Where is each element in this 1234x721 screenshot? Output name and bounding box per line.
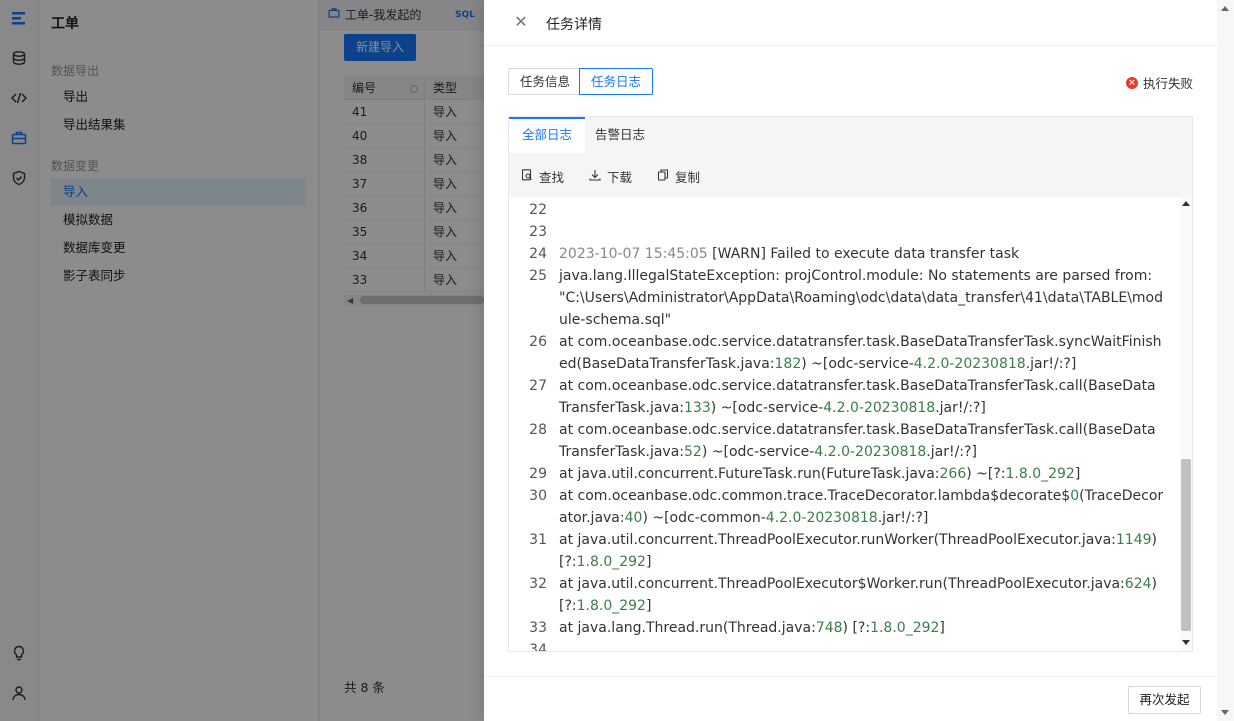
line-number: 25 (529, 268, 547, 284)
log-line: 33 at java.lang.Thread.run(Thread.java:74… (509, 617, 1179, 639)
find-button[interactable]: 查找 (521, 167, 564, 186)
line-number: 26 (529, 334, 547, 350)
log-text: at com.oceanbase.odc.service.datatransfe… (559, 334, 1162, 372)
log-toolbar: 查找 下载 复制 (509, 153, 1192, 197)
line-number: 29 (529, 466, 547, 482)
log-line: 30 at com.oceanbase.odc.common.trace.Trac… (509, 485, 1179, 529)
log-line: 25 java.lang.IllegalStateException: projC… (509, 265, 1179, 331)
line-number: 33 (529, 620, 547, 636)
drawer-footer: 再次发起 (484, 676, 1234, 721)
log-line: 31 at java.util.concurrent.ThreadPoolExec… (509, 529, 1179, 573)
log-line: 29 at java.util.concurrent.FutureTask.run… (509, 463, 1179, 485)
log-line: 34 (509, 639, 1179, 651)
status-text: 执行失败 (1142, 76, 1193, 91)
page-scrollbar[interactable] (1217, 0, 1234, 721)
log-text: at java.util.concurrent.FutureTask.run(F… (559, 466, 1081, 482)
error-icon: × (1125, 76, 1138, 89)
status-badge: × 执行失败 (1125, 73, 1193, 92)
download-icon (589, 169, 601, 184)
task-detail-drawer: ✕ 任务详情 任务信息 任务日志 × 执行失败 全部日志 告警日志 查找 下载 … (484, 0, 1234, 721)
log-text: java.lang.IllegalStateException: projCon… (559, 268, 1164, 328)
copy-button[interactable]: 复制 (657, 167, 700, 186)
log-line: 28 at com.oceanbase.odc.service.datatrans… (509, 419, 1179, 463)
log-text: at java.util.concurrent.ThreadPoolExecut… (559, 576, 1162, 614)
line-number: 23 (529, 224, 547, 240)
scroll-up-icon[interactable] (1182, 201, 1190, 206)
log-line: 27 at com.oceanbase.odc.service.datatrans… (509, 375, 1179, 419)
log-text: at com.oceanbase.odc.service.datatransfe… (559, 378, 1156, 416)
log-line: 22 (509, 199, 1179, 221)
tab-alert-logs[interactable]: 告警日志 (582, 117, 658, 153)
log-text: at java.lang.Thread.run(Thread.java:748)… (559, 620, 945, 636)
log-text: at com.oceanbase.odc.common.trace.TraceD… (559, 488, 1164, 526)
line-number: 27 (529, 378, 547, 394)
log-line: 26 at com.oceanbase.odc.service.datatrans… (509, 331, 1179, 375)
drawer-header: ✕ 任务详情 (484, 0, 1234, 46)
tab-all-logs[interactable]: 全部日志 (509, 117, 586, 153)
line-number: 34 (529, 642, 547, 651)
log-line: 32 at java.util.concurrent.ThreadPoolExec… (509, 573, 1179, 617)
tab-task-info[interactable]: 任务信息 (508, 68, 583, 95)
copy-label: 复制 (675, 170, 701, 185)
scroll-up-icon[interactable] (1221, 6, 1229, 11)
close-icon[interactable]: ✕ (514, 14, 528, 30)
log-text: at java.util.concurrent.ThreadPoolExecut… (559, 532, 1162, 570)
download-button[interactable]: 下载 (589, 167, 632, 186)
log-panel: 全部日志 告警日志 查找 下载 复制 22 23 24 2023-10-07 15:4… (508, 116, 1193, 652)
line-number: 31 (529, 532, 547, 548)
tab-task-log[interactable]: 任务日志 (579, 68, 654, 95)
overlay-mask[interactable] (0, 0, 484, 721)
copy-icon (657, 169, 669, 184)
download-label: 下载 (607, 170, 633, 185)
log-text: 2023-10-07 15:45:05 [WARN] Failed to exe… (559, 246, 1020, 262)
scroll-down-icon[interactable] (1182, 640, 1190, 645)
find-icon (521, 169, 533, 184)
scroll-thumb[interactable] (1181, 459, 1191, 631)
line-number: 28 (529, 422, 547, 438)
line-number: 22 (529, 202, 547, 218)
log-line: 24 2023-10-07 15:45:05 [WARN] Failed to e… (509, 243, 1179, 265)
find-label: 查找 (539, 170, 565, 185)
log-scrollbar[interactable] (1180, 197, 1192, 651)
scroll-down-icon[interactable] (1221, 710, 1229, 715)
log-tabs: 全部日志 告警日志 (509, 117, 1192, 153)
line-number: 24 (529, 246, 547, 262)
line-number: 32 (529, 576, 547, 592)
log-line: 23 (509, 221, 1179, 243)
drawer-title: 任务详情 (546, 17, 602, 33)
retry-button[interactable]: 再次发起 (1128, 686, 1201, 714)
log-text: at com.oceanbase.odc.service.datatransfe… (559, 422, 1156, 460)
log-content[interactable]: 22 23 24 2023-10-07 15:45:05 [WARN] Failed … (509, 197, 1179, 651)
line-number: 30 (529, 488, 547, 504)
